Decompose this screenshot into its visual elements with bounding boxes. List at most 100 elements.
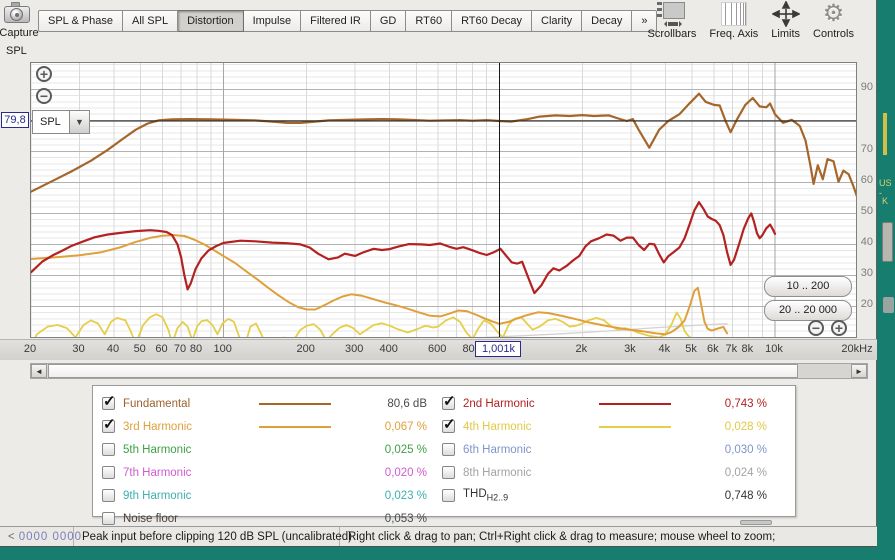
legend-swatch-3rd-harmonic [259,425,331,428]
controls-label: Controls [813,28,854,40]
limits-button[interactable]: Limits [771,1,800,40]
legend-panel: Fundamental 80,6 dB 3rd Harmonic 0,067 % 5th… [92,385,796,525]
legend-label-6th-harmonic: 6th Harmonic [463,443,532,456]
background-accent-bar [883,113,887,155]
legend-right-column: 2nd Harmonic 0,743 % 4th Harmonic 0,028 % 6t… [437,392,767,507]
legend-row-6th-harmonic: 6th Harmonic 0,030 % [437,438,767,461]
legend-value-thd: 0,748 % [724,489,767,502]
freq-axis-icon [720,2,747,26]
spl-cursor-readout: 79,8 [1,111,29,128]
input-level-meter: < 0000 0000 [0,527,81,546]
legend-value-fundamental: 80,6 dB [387,397,427,410]
background-text-fragment: US - [879,178,892,198]
range-10-200-button[interactable]: 10 .. 200 [764,276,852,297]
legend-row-7th-harmonic: 7th Harmonic 0,020 % [97,461,427,484]
scrollbars-button[interactable]: Scrollbars [647,1,696,40]
freq-cursor-readout: 1,001k [475,341,522,357]
controls-button[interactable]: ⚙ Controls [813,0,854,41]
scrollbars-icon [656,2,687,26]
legend-checkbox-2nd-harmonic[interactable] [442,392,456,410]
x-zoom-in-button[interactable]: + [831,320,847,336]
x-axis-strip: 20 30 40 50 60 70 80 100 200 300 400 600 800 2k 3k 4k 5k… [0,339,877,360]
graph-h-scrollbar[interactable]: ◄ ► [30,363,868,379]
legend-checkbox-5th-harmonic[interactable] [102,443,115,456]
legend-row-9th-harmonic: 9th Harmonic 0,023 % [97,484,427,507]
legend-checkbox-fundamental[interactable] [102,392,116,410]
limits-icon [771,1,800,27]
trace-selector-dropdown[interactable]: SPL ▼ [32,110,90,134]
graph-tab-bar: SPL & Phase All SPL Distortion Impulse Filte… [38,10,658,32]
legend-value-4th-harmonic: 0,028 % [724,420,767,433]
tab-all-spl[interactable]: All SPL [123,10,179,32]
zoom-in-button[interactable]: + [36,66,52,82]
plot-canvas [31,63,856,337]
tab-gd[interactable]: GD [370,10,407,32]
legend-checkbox-9th-harmonic[interactable] [102,489,115,502]
legend-swatch-fundamental [259,402,331,405]
legend-swatch-2nd-harmonic [599,402,671,405]
legend-label-fundamental: Fundamental [123,397,191,410]
legend-row-8th-harmonic: 8th Harmonic 0,024 % [437,461,767,484]
zoom-out-button[interactable]: − [36,88,52,104]
legend-checkbox-thd[interactable] [442,489,455,502]
legend-label-8th-harmonic: 8th Harmonic [463,466,532,479]
legend-checkbox-6th-harmonic[interactable] [442,443,455,456]
legend-label-thd: THDH2..9 [463,488,509,503]
tab-clarity[interactable]: Clarity [532,10,583,32]
status-bar: < 0000 0000 Peak input before clipping 1… [0,526,877,546]
x-tick-400: 400 [379,343,398,355]
legend-value-5th-harmonic: 0,025 % [384,443,427,456]
tab-spl-phase[interactable]: SPL & Phase [38,10,124,32]
legend-checkbox-noise-floor[interactable] [102,512,115,525]
meter-digits: 0000 0000 [18,530,83,543]
tab-distortion[interactable]: Distortion [178,10,244,32]
tab-impulse[interactable]: Impulse [243,10,302,32]
freq-axis-button[interactable]: Freq. Axis [709,1,758,40]
panel-resize-handle[interactable] [740,520,772,525]
scroll-right-arrow[interactable]: ► [851,364,867,378]
scrollbars-label: Scrollbars [647,28,697,40]
chevron-down-icon[interactable]: ▼ [69,111,89,133]
toolbar: Scrollbars Freq. Axis Limits ⚙ Controls [647,1,854,40]
legend-value-2nd-harmonic: 0,743 % [724,397,767,410]
range-20-20000-button[interactable]: 20 .. 20 000 [764,300,852,321]
capture-label: Capture [0,27,39,39]
legend-checkbox-7th-harmonic[interactable] [102,466,115,479]
legend-value-3rd-harmonic: 0,067 % [384,420,427,433]
tab-filtered-ir[interactable]: Filtered IR [301,10,371,32]
legend-label-5th-harmonic: 5th Harmonic [123,443,192,456]
legend-label-4th-harmonic: 4th Harmonic [463,420,532,433]
legend-label-noise-floor: Noise floor [123,512,178,525]
x-tick-20: 20 [23,343,37,355]
legend-label-3rd-harmonic: 3rd Harmonic [123,420,193,433]
legend-value-noise-floor: 0,053 % [384,512,427,525]
x-zoom-out-button[interactable]: − [808,320,824,336]
controls-gear-icon: ⚙ [822,0,845,27]
capture-button[interactable]: Capture [0,0,39,40]
freq-axis-label: Freq. Axis [709,28,759,40]
background-window-bottom-strip [0,547,878,560]
legend-left-column: Fundamental 80,6 dB 3rd Harmonic 0,067 % 5th… [97,392,427,530]
legend-value-8th-harmonic: 0,024 % [724,466,767,479]
trace-2nd-harmonic [31,201,777,295]
tab-decay[interactable]: Decay [582,10,633,32]
legend-checkbox-4th-harmonic[interactable] [442,415,456,433]
legend-checkbox-8th-harmonic[interactable] [442,466,455,479]
background-scrollbar-fragment [882,222,893,262]
background-window-strip: US - K [878,0,895,560]
legend-swatch-4th-harmonic [599,425,671,428]
meter-chevron-icon: < [8,530,15,543]
x-tick-20khz: 20kHz [841,343,873,355]
background-scrollbar-fragment [883,297,894,313]
legend-value-9th-harmonic: 0,023 % [384,489,427,502]
legend-row-3rd-harmonic: 3rd Harmonic 0,067 % [97,415,427,438]
scroll-left-arrow[interactable]: ◄ [31,364,47,378]
rew-window: Capture SPL SPL & Phase All SPL Distortion… [0,0,877,547]
scrollbar-thumb[interactable] [48,364,798,378]
mouse-hint-status: Right click & drag to pan; Ctrl+Right cl… [348,530,776,543]
tab-rt60[interactable]: RT60 [406,10,453,32]
tab-rt60-decay[interactable]: RT60 Decay [452,10,532,32]
legend-checkbox-3rd-harmonic[interactable] [102,415,116,433]
legend-label-7th-harmonic: 7th Harmonic [123,466,192,479]
distortion-plot[interactable] [30,62,857,338]
